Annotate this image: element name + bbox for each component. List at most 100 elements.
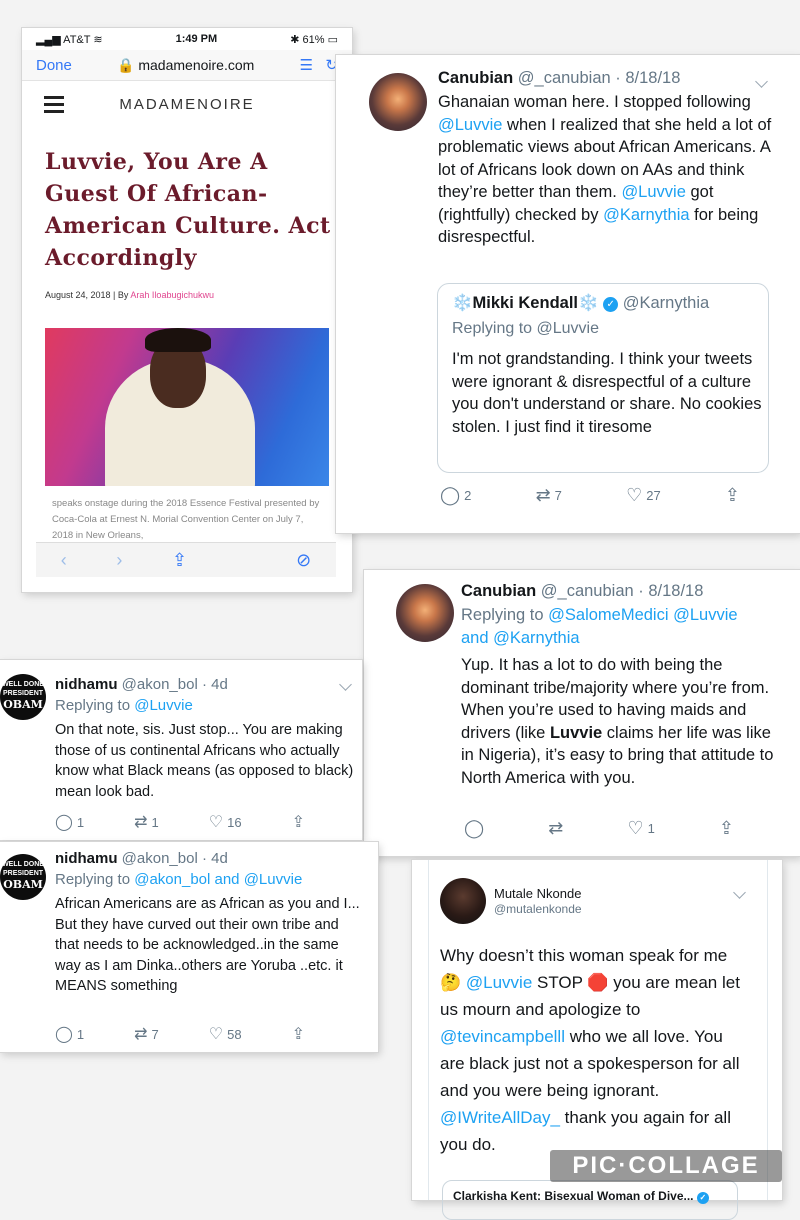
mention-link[interactable]: @IWriteAllDay_ [440,1108,560,1127]
quoted-tweet[interactable]: ❄️Mikki Kendall❄️ ✓ @Karnythia Replying … [437,283,769,473]
replying-label: Replying to [461,606,549,624]
heart-icon: ♡ [626,485,643,505]
like-button[interactable]: ♡ 27 [626,485,661,506]
retweet-icon: ⇄ [535,485,551,505]
photo-subject-hair [145,328,211,352]
battery-icon: ▭ [327,33,338,46]
quoted-tweet[interactable]: Clarkisha Kent: Bisexual Woman of Dive..… [442,1180,738,1220]
retweet-button[interactable]: ⇄ 1 [134,812,159,832]
wifi-icon: ≋ [93,33,103,46]
chevron-down-icon[interactable] [755,75,768,88]
handle-date: @akon_bol · 4d [121,850,228,867]
share-button[interactable]: ⇪ [292,1024,305,1044]
ios-status-bar: ▂▄▆ AT&T ≋ 1:49 PM ✱ 61% ▭ [22,28,352,50]
avatar[interactable]: WELL DONE PRESIDENT OBAM [0,674,46,720]
mention-link[interactable]: @Karnythia [493,629,579,647]
chevron-down-icon[interactable] [339,678,352,691]
share-button[interactable]: ⇪ [292,812,305,832]
retweet-button[interactable]: ⇄ [548,818,563,839]
tweet-card[interactable]: Canubian @_canubian · 8/18/18 Replying t… [364,570,800,856]
retweet-count: 7 [151,1026,159,1042]
reply-count: 1 [76,1026,85,1042]
tweet-actions: ◯ ⇄ ♡ 1 ⇪ [464,818,734,839]
mention-link[interactable]: @tevincampbelll [440,1027,565,1046]
reply-icon: ◯ [55,814,73,831]
avatar[interactable] [396,584,454,642]
display-name[interactable]: Canubian [438,69,513,87]
tweet-text: Ghanaian woman here. I stopped following… [438,91,773,249]
compass-icon[interactable]: ⊘ [296,550,311,571]
like-button[interactable]: ♡ 16 [209,812,242,832]
avatar[interactable]: WELL DONE PRESIDENT OBAM [0,854,46,900]
mention-link[interactable]: @akon_bol and @Luvvie [134,871,302,888]
reply-button[interactable]: ◯ 1 [55,1024,84,1044]
tweet-card[interactable]: Canubian @_canubian · 8/18/18 Ghanaian w… [336,55,800,533]
tweet-card[interactable]: Mutale Nkonde @mutalenkonde Why doesn’t … [412,860,782,1220]
share-icon: ⇪ [291,814,305,831]
quoted-header: ❄️Mikki Kendall❄️ ✓ @Karnythia [452,294,709,313]
replying-mention: @Luvvie [536,320,600,337]
reply-icon: ◯ [440,485,461,505]
quoted-text: I'm not grandstanding. I think your twee… [452,350,762,436]
retweet-count: 7 [554,488,562,503]
article-headline: Luvvie, You Are A Guest Of African- Amer… [45,146,345,274]
replying-label: Replying to [55,697,135,714]
avatar-text: WELL DONE [2,681,44,688]
retweet-button[interactable]: ⇄ 7 [134,1024,159,1044]
tweet-card[interactable]: WELL DONE PRESIDENT OBAM nidhamu @akon_b… [0,842,378,1052]
avatar[interactable] [369,73,427,131]
display-name[interactable]: Mutale Nkonde [494,886,581,901]
display-name[interactable]: nidhamu [55,850,118,867]
mention-link[interactable]: @Luvvie [438,116,502,134]
done-button[interactable]: Done [36,57,72,74]
like-count: 1 [647,821,655,836]
tweet-header: Canubian @_canubian · 8/18/18 [438,69,680,88]
like-count: 58 [227,1026,242,1042]
author-link[interactable]: Arah Iloabugichukwu [130,290,214,300]
reply-icon: ◯ [55,1026,73,1043]
byline: August 24, 2018 | By Arah Iloabugichukwu [45,290,214,300]
share-icon[interactable]: ⇪ [172,550,187,571]
like-button[interactable]: ♡ 58 [209,1024,242,1044]
carrier: AT&T [63,33,91,46]
share-button[interactable]: ⇪ [725,485,740,506]
mention-link[interactable]: @Luvvie [466,973,532,992]
avatar-text: PRESIDENT [2,690,44,697]
url-field[interactable]: madamenoire.com [138,57,254,73]
clock: 1:49 PM [175,33,218,45]
like-button[interactable]: ♡ 1 [627,818,654,839]
forward-icon[interactable]: › [116,550,122,571]
mention-link[interactable]: @Luvvie [134,697,193,714]
site-logo[interactable]: MADAMENOIRE [22,96,352,113]
quoted-display-name[interactable]: ❄️Mikki Kendall❄️ [452,294,599,312]
share-button[interactable]: ⇪ [719,818,734,839]
reply-count: 2 [464,488,472,503]
heart-icon: ♡ [627,818,644,838]
tweet-header: nidhamu @akon_bol · 4d [55,850,228,867]
tweet-actions: ◯ 2 ⇄ 7 ♡ 27 ⇪ [440,485,740,506]
display-name[interactable]: nidhamu [55,676,118,693]
mention-link[interactable]: @Karnythia [603,206,689,224]
back-icon[interactable]: ‹ [61,550,67,571]
verified-icon: ✓ [603,297,619,312]
signal-icon: ▂▄▆ [36,33,61,46]
retweet-button[interactable]: ⇄ 7 [536,485,562,506]
replying-label: Replying to [55,871,135,888]
mention-link[interactable]: @SalomeMedici @Luvvie [548,606,737,624]
replying-label: Replying to [452,320,537,337]
display-name[interactable]: Canubian [461,582,536,600]
tweet-header: nidhamu @akon_bol · 4d [55,676,228,693]
reader-icon[interactable]: ☰ [299,57,312,74]
headline-line: Accordingly [45,245,197,271]
avatar[interactable] [440,878,486,924]
reply-button[interactable]: ◯ 2 [440,485,471,506]
quoted-handle: @Karnythia [622,294,710,312]
tweet-header: Canubian @_canubian · 8/18/18 [461,582,703,601]
reply-button[interactable]: ◯ [464,818,484,839]
tweet-card[interactable]: WELL DONE PRESIDENT OBAM nidhamu @akon_b… [0,660,362,840]
avatar-text: OBAM [3,698,43,711]
like-count: 27 [646,488,661,503]
handle-date: @_canubian · 8/18/18 [540,582,704,600]
reply-button[interactable]: ◯ 1 [55,812,84,832]
mention-link[interactable]: @Luvvie [621,183,685,201]
